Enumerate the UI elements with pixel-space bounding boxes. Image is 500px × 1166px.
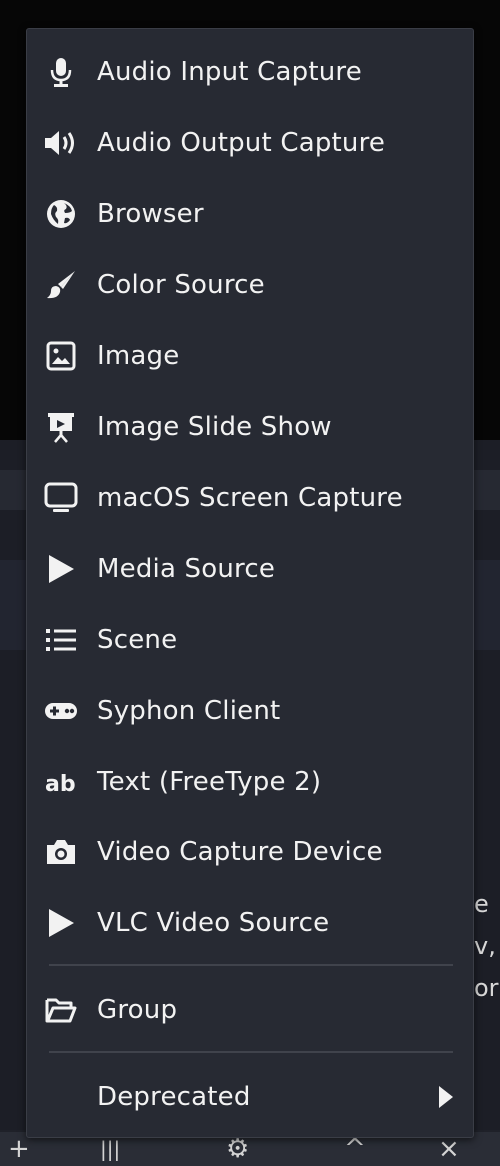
- menu-item-label: Group: [97, 995, 178, 1025]
- menu-item-media-source[interactable]: Media Source: [27, 539, 473, 599]
- menu-item-label: Browser: [97, 199, 204, 229]
- menu-item-label: Video Capture Device: [97, 837, 383, 867]
- menu-item-label: Image: [97, 341, 180, 371]
- menu-item-label: Color Source: [97, 270, 265, 300]
- menu-item-color-source[interactable]: Color Source: [27, 255, 473, 315]
- image-icon: [43, 338, 79, 374]
- svg-text:ab: ab: [45, 772, 76, 797]
- microphone-icon: [43, 54, 79, 90]
- folder-icon: [43, 992, 79, 1028]
- menu-item-label: Audio Input Capture: [97, 57, 362, 87]
- menu-item-label: Scene: [97, 625, 178, 655]
- camera-icon: [43, 834, 79, 870]
- menu-separator: [49, 1051, 453, 1053]
- chevron-right-icon: [439, 1086, 453, 1108]
- menu-item-audio-output-capture[interactable]: Audio Output Capture: [27, 113, 473, 173]
- menu-item-vlc-video-source[interactable]: VLC Video Source: [27, 893, 473, 953]
- background-text-line: v,: [474, 932, 496, 960]
- menu-item-label: Syphon Client: [97, 696, 281, 726]
- menu-item-label: Image Slide Show: [97, 412, 332, 442]
- menu-item-text-freetype[interactable]: ab Text (FreeType 2): [27, 752, 473, 812]
- menu-item-group[interactable]: Group: [27, 980, 473, 1040]
- menu-item-label: VLC Video Source: [97, 908, 330, 938]
- menu-separator: [49, 964, 453, 966]
- menu-item-label: Deprecated: [97, 1082, 251, 1112]
- menu-item-macos-screen-capture[interactable]: macOS Screen Capture: [27, 468, 473, 528]
- menu-item-scene[interactable]: Scene: [27, 610, 473, 670]
- slideshow-icon: [43, 409, 79, 445]
- globe-icon: [43, 196, 79, 232]
- menu-item-label: Text (FreeType 2): [97, 767, 322, 797]
- monitor-icon: [43, 480, 79, 516]
- text-icon: ab: [43, 764, 79, 800]
- menu-item-image[interactable]: Image: [27, 326, 473, 386]
- speaker-icon: [43, 125, 79, 161]
- menu-item-browser[interactable]: Browser: [27, 184, 473, 244]
- play-icon: [43, 551, 79, 587]
- list-icon: [43, 622, 79, 658]
- background-text-line: e: [474, 890, 489, 918]
- play-icon: [43, 905, 79, 941]
- menu-item-audio-input-capture[interactable]: Audio Input Capture: [27, 42, 473, 102]
- menu-item-label: Audio Output Capture: [97, 128, 386, 158]
- background-text-line: or: [474, 974, 499, 1002]
- menu-item-label: Media Source: [97, 554, 276, 584]
- paintbrush-icon: [43, 267, 79, 303]
- add-source-menu: Audio Input Capture Audio Output Capture…: [26, 28, 474, 1138]
- menu-item-deprecated[interactable]: Deprecated: [27, 1067, 473, 1127]
- gamepad-icon: [43, 693, 79, 729]
- menu-item-video-capture-device[interactable]: Video Capture Device: [27, 822, 473, 882]
- menu-item-image-slide-show[interactable]: Image Slide Show: [27, 397, 473, 457]
- menu-item-syphon-client[interactable]: Syphon Client: [27, 681, 473, 741]
- menu-item-label: macOS Screen Capture: [97, 483, 403, 513]
